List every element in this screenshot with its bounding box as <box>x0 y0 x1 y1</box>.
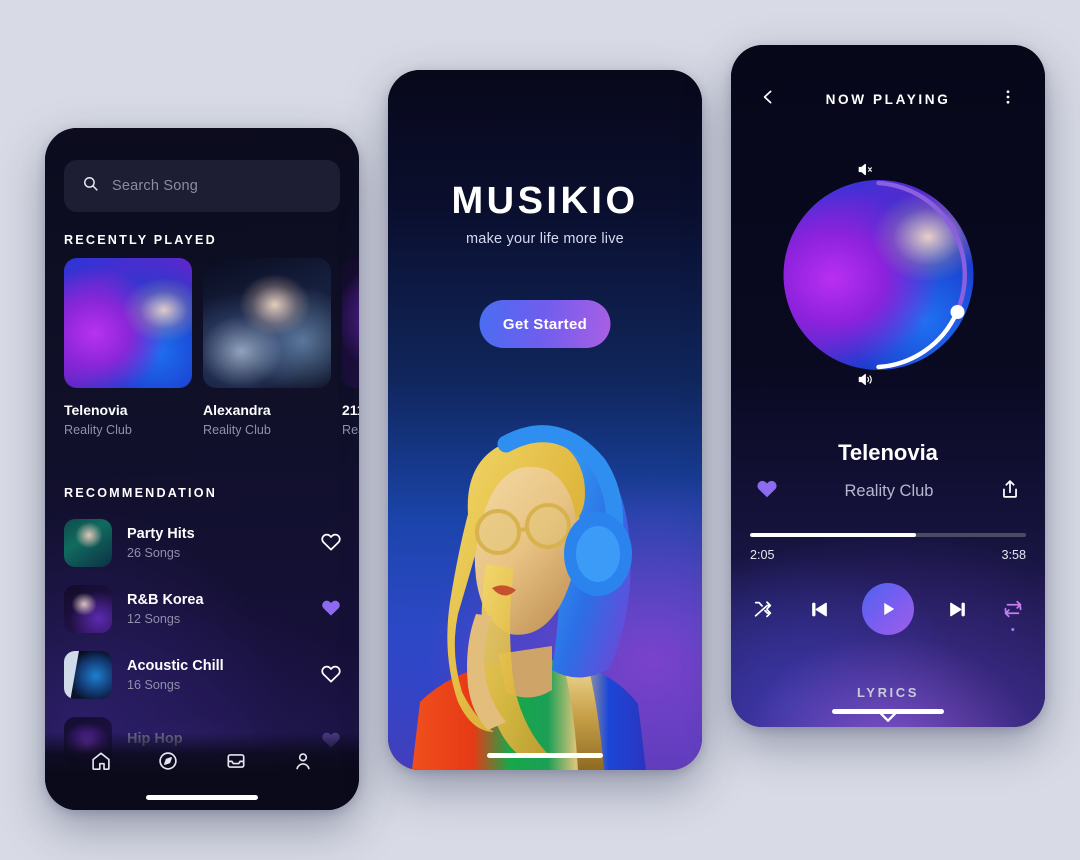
splash-screen: MUSIKIO make your life more live Get Sta… <box>388 70 702 770</box>
home-screen: Search Song RECENTLY PLAYED Telenovia Re… <box>45 128 359 810</box>
repeat-active-dot <box>1011 627 1015 631</box>
track-artist: Reality Club <box>64 423 132 437</box>
hero-illustration <box>388 402 702 770</box>
person-icon[interactable] <box>288 746 318 776</box>
playlist-name: R&B Korea <box>127 592 204 608</box>
track-title: Alexandra <box>203 402 271 418</box>
now-playing-screen: NOW PLAYING Telenovia Reality Club 2:05 … <box>731 45 1045 727</box>
current-time: 2:05 <box>750 548 775 562</box>
song-title: Telenovia <box>838 440 938 465</box>
volume-up-icon[interactable] <box>857 371 874 393</box>
playlist-song-count: 12 Songs <box>127 612 181 626</box>
track-artist: Reality Club <box>203 423 271 437</box>
play-button[interactable] <box>862 583 914 635</box>
list-item[interactable]: Party Hits 26 Songs <box>64 510 344 576</box>
heart-outline-icon[interactable] <box>320 663 344 687</box>
playback-controls <box>750 583 1026 635</box>
recently-played-card[interactable]: 211 Rea <box>342 258 359 437</box>
search-input[interactable]: Search Song <box>64 160 340 212</box>
album-art <box>203 258 331 388</box>
phone-splash-screen: MUSIKIO make your life more live Get Sta… <box>388 70 702 770</box>
playback-progress[interactable]: 2:05 3:58 <box>750 533 1026 562</box>
recently-played-carousel[interactable]: Telenovia Reality Club Alexandra Reality… <box>64 258 359 448</box>
progress-track[interactable] <box>750 533 1026 537</box>
recently-played-title: RECENTLY PLAYED <box>64 233 217 247</box>
play-icon <box>884 602 895 616</box>
home-indicator <box>832 709 944 714</box>
album-art <box>64 258 192 388</box>
playlist-song-count: 26 Songs <box>127 546 181 560</box>
home-indicator <box>146 795 258 800</box>
playlist-name: Party Hits <box>127 526 195 542</box>
volume-mute-icon[interactable] <box>857 161 874 183</box>
recently-played-card[interactable]: Alexandra Reality Club <box>203 258 331 437</box>
skip-back-icon[interactable] <box>806 596 832 622</box>
playlist-thumbnail <box>64 651 112 699</box>
playlist-thumbnail <box>64 519 112 567</box>
playlist-song-count: 16 Songs <box>127 678 181 692</box>
album-art-with-volume-dial <box>781 163 996 386</box>
app-brand-title: MUSIKIO <box>451 180 639 222</box>
mockup-stage: Search Song RECENTLY PLAYED Telenovia Re… <box>0 0 1080 860</box>
progress-times: 2:05 3:58 <box>750 548 1026 562</box>
recommendation-title: RECOMMENDATION <box>64 486 217 500</box>
chevron-left-icon[interactable] <box>759 88 777 111</box>
inbox-tray-icon[interactable] <box>221 746 251 776</box>
app-tagline: make your life more live <box>466 231 624 247</box>
recently-played-card[interactable]: Telenovia Reality Club <box>64 258 192 437</box>
playlist-meta: Acoustic Chill 16 Songs <box>127 658 305 692</box>
playlist-meta: Party Hits 26 Songs <box>127 526 305 560</box>
search-placeholder: Search Song <box>112 178 199 194</box>
home-icon[interactable] <box>86 746 116 776</box>
player-header: NOW PLAYING <box>731 85 1045 113</box>
phone-home-screen: Search Song RECENTLY PLAYED Telenovia Re… <box>45 128 359 810</box>
heart-filled-icon[interactable] <box>755 477 779 506</box>
more-vertical-icon[interactable] <box>999 88 1017 111</box>
playlist-name: Acoustic Chill <box>127 658 224 674</box>
list-item[interactable]: Acoustic Chill 16 Songs <box>64 642 344 708</box>
lyrics-toggle[interactable]: LYRICS <box>731 685 1045 727</box>
skip-forward-icon[interactable] <box>944 596 970 622</box>
song-meta-row: Reality Club <box>755 477 1021 505</box>
track-artist: Rea <box>342 423 359 437</box>
woman-with-headphones-illustration <box>412 425 646 770</box>
song-artist: Reality Club <box>844 481 934 500</box>
share-icon[interactable] <box>999 478 1021 505</box>
heart-outline-icon[interactable] <box>320 531 344 555</box>
playlist-meta: R&B Korea 12 Songs <box>127 592 305 626</box>
phone-player-screen: NOW PLAYING Telenovia Reality Club 2:05 … <box>731 45 1045 727</box>
volume-handle <box>950 305 965 319</box>
page-title: NOW PLAYING <box>825 91 951 107</box>
search-icon <box>82 175 99 197</box>
get-started-button[interactable]: Get Started <box>479 300 611 348</box>
track-title: Telenovia <box>64 402 128 418</box>
list-item[interactable]: R&B Korea 12 Songs <box>64 576 344 642</box>
lyrics-label: LYRICS <box>856 685 920 700</box>
shuffle-icon[interactable] <box>750 596 776 622</box>
compass-icon[interactable] <box>153 746 183 776</box>
playlist-thumbnail <box>64 585 112 633</box>
album-art <box>342 258 359 388</box>
track-title: 211 <box>342 402 359 418</box>
volume-dial[interactable] <box>781 165 996 385</box>
repeat-icon[interactable] <box>1000 596 1026 631</box>
total-time: 3:58 <box>1001 548 1026 562</box>
heart-filled-icon[interactable] <box>320 597 344 621</box>
progress-fill <box>750 533 916 537</box>
home-indicator <box>487 753 603 758</box>
